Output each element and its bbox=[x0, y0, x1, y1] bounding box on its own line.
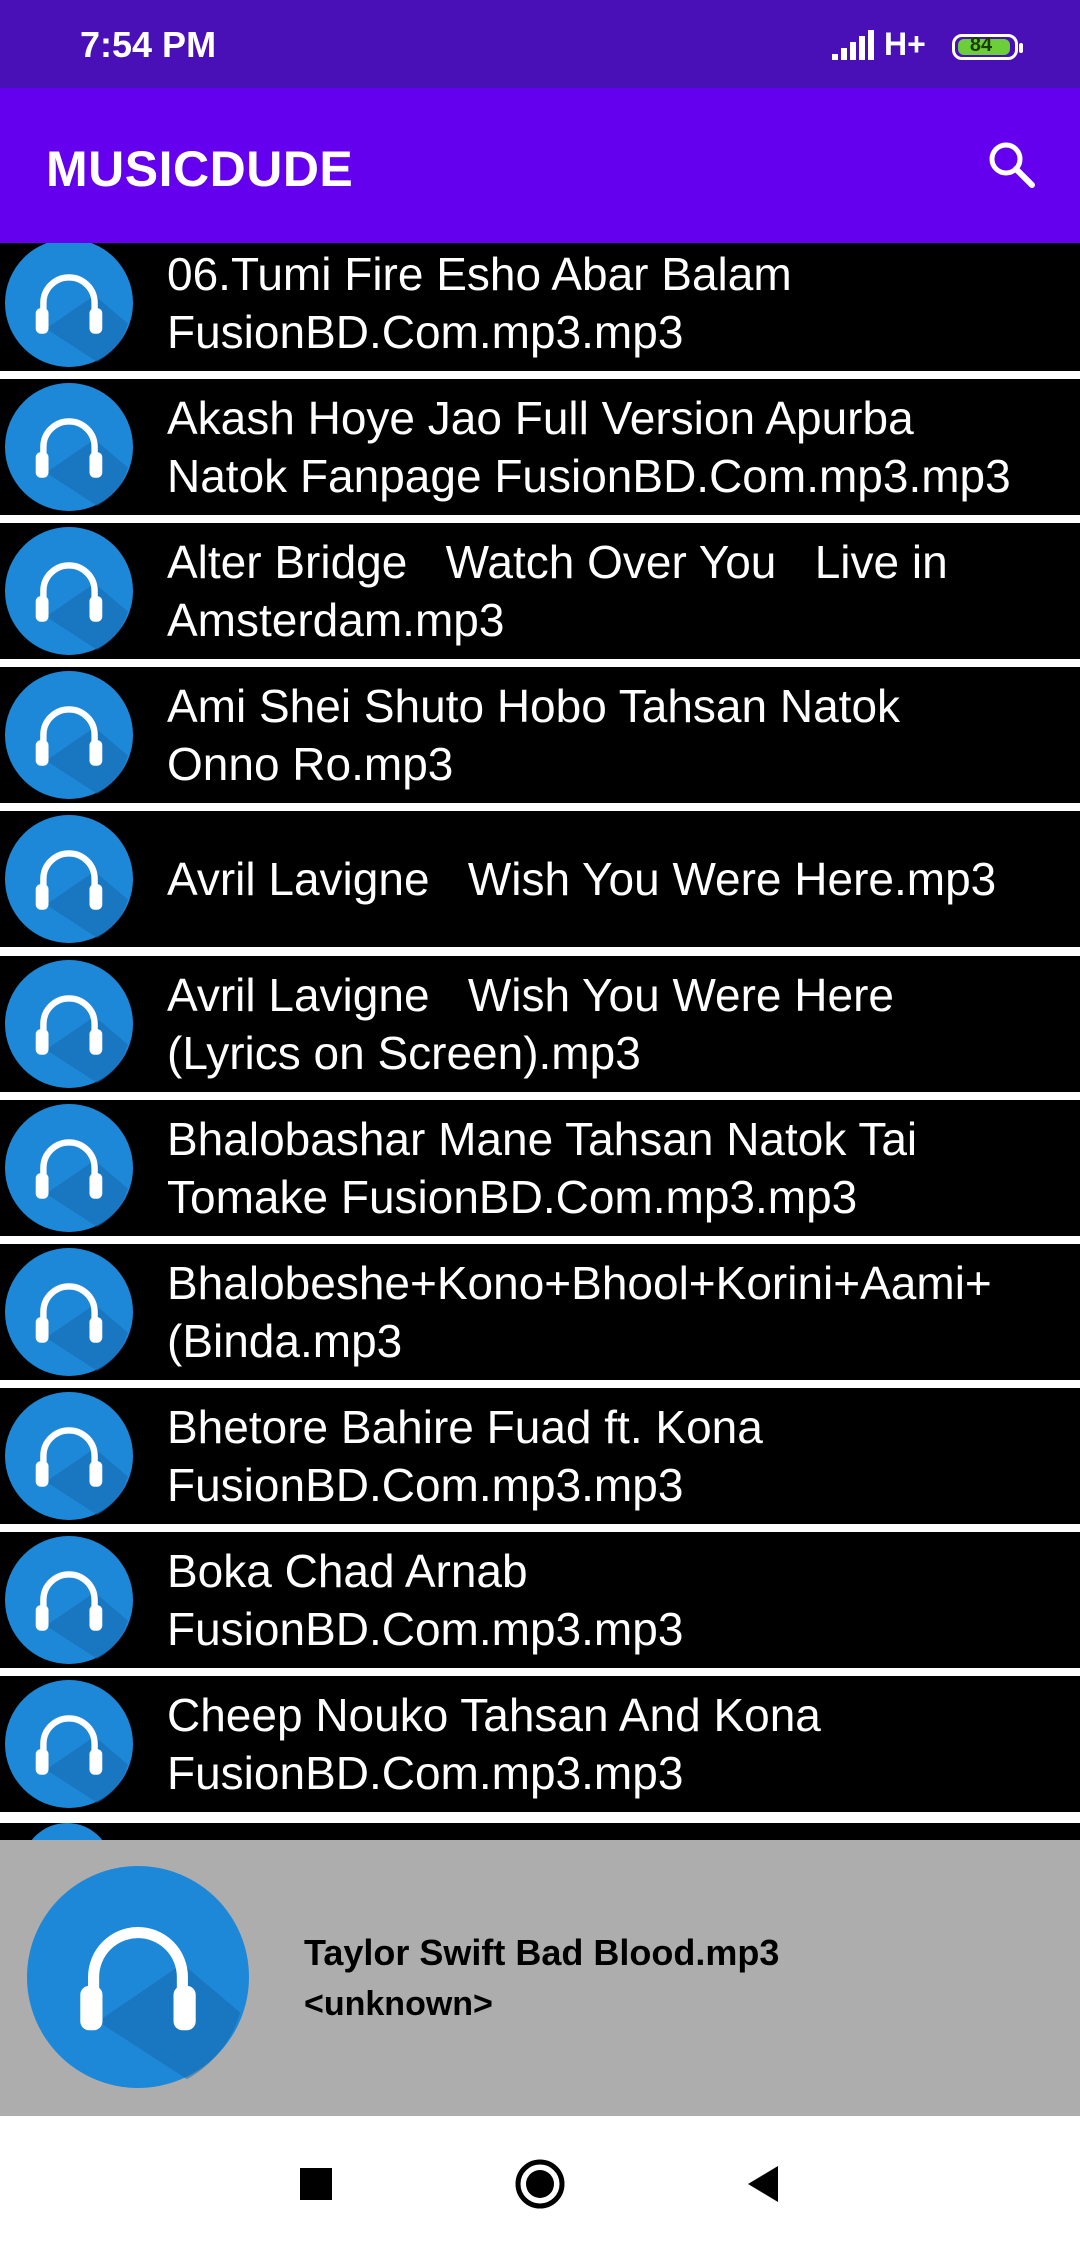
circle-home-icon[interactable] bbox=[512, 2156, 568, 2212]
square-recents-icon[interactable] bbox=[288, 2156, 344, 2212]
headphones-icon bbox=[5, 1680, 133, 1808]
battery-icon: 84 bbox=[952, 34, 1023, 60]
now-playing-title: Taylor Swift Bad Blood.mp3 bbox=[304, 1932, 780, 1973]
status-bar: 7:54 PM H+ 84 bbox=[0, 0, 1080, 88]
list-item[interactable]: Alter Bridge Watch Over You Live in Amst… bbox=[0, 523, 1080, 659]
partial-list-item bbox=[0, 1823, 1080, 1840]
network-type: H+ bbox=[884, 26, 926, 62]
triangle-back-icon[interactable] bbox=[736, 2156, 792, 2212]
headphones-icon bbox=[5, 1248, 133, 1376]
headphones-icon bbox=[5, 243, 133, 367]
headphones-icon bbox=[27, 1866, 249, 2088]
now-playing-artist: <unknown> bbox=[304, 1985, 493, 2023]
headphones-icon bbox=[5, 527, 133, 655]
app-bar: MUSICDUDE bbox=[0, 88, 1080, 243]
list-item[interactable]: Bhalobashar Mane Tahsan Natok Tai Tomake… bbox=[0, 1100, 1080, 1236]
now-playing-bar[interactable]: Taylor Swift Bad Blood.mp3 <unknown> bbox=[0, 1840, 1080, 2116]
list-item[interactable]: Ami Shei Shuto Hobo Tahsan Natok Onno Ro… bbox=[0, 667, 1080, 803]
song-title: Bhalobashar Mane Tahsan Natok Tai Tomake… bbox=[167, 1113, 918, 1223]
app-title: MUSICDUDE bbox=[46, 141, 354, 197]
cellular-signal-icon bbox=[832, 30, 874, 60]
song-title: Boka Chad Arnab FusionBD.Com.mp3.mp3 bbox=[167, 1545, 684, 1655]
song-title: Alter Bridge Watch Over You Live in Amst… bbox=[167, 536, 948, 646]
status-time: 7:54 PM bbox=[80, 24, 217, 65]
headphones-icon bbox=[5, 960, 133, 1088]
song-title: Cheep Nouko Tahsan And Kona FusionBD.Com… bbox=[167, 1689, 821, 1799]
list-item[interactable]: Cheep Nouko Tahsan And Kona FusionBD.Com… bbox=[0, 1676, 1080, 1812]
song-title: Bhetore Bahire Fuad ft. Kona FusionBD.Co… bbox=[167, 1401, 763, 1511]
list-item[interactable]: Akash Hoye Jao Full Version Apurba Natok… bbox=[0, 379, 1080, 515]
list-item[interactable]: Boka Chad Arnab FusionBD.Com.mp3.mp3 bbox=[0, 1532, 1080, 1668]
avatar bbox=[22, 1823, 112, 1840]
headphones-icon bbox=[5, 1104, 133, 1232]
headphones-icon bbox=[5, 671, 133, 799]
headphones-icon bbox=[5, 383, 133, 511]
list-item[interactable]: Bhetore Bahire Fuad ft. Kona FusionBD.Co… bbox=[0, 1388, 1080, 1524]
song-list[interactable]: 06.Tumi Fire Esho Abar Balam FusionBD.Co… bbox=[0, 243, 1080, 1840]
song-title: Bhalobeshe+Kono+Bhool+Korini+Aami+ (Bind… bbox=[167, 1257, 992, 1367]
list-item[interactable]: Avril Lavigne Wish You Were Here (Lyrics… bbox=[0, 956, 1080, 1092]
song-title: Avril Lavigne Wish You Were Here.mp3 bbox=[167, 853, 997, 905]
headphones-icon bbox=[5, 1536, 133, 1664]
headphones-icon bbox=[5, 1392, 133, 1520]
song-title: 06.Tumi Fire Esho Abar Balam FusionBD.Co… bbox=[167, 248, 792, 358]
headphones-icon bbox=[5, 815, 133, 943]
song-title: Ami Shei Shuto Hobo Tahsan Natok Onno Ro… bbox=[167, 680, 901, 790]
navigation-bar bbox=[0, 2116, 1080, 2246]
search-icon[interactable] bbox=[985, 138, 1037, 190]
song-title: Akash Hoye Jao Full Version Apurba Natok… bbox=[167, 392, 1011, 502]
list-item[interactable]: Bhalobeshe+Kono+Bhool+Korini+Aami+ (Bind… bbox=[0, 1244, 1080, 1380]
battery-level: 84 bbox=[969, 34, 993, 56]
list-item[interactable]: Avril Lavigne Wish You Were Here.mp3 bbox=[0, 811, 1080, 947]
list-item[interactable]: 06.Tumi Fire Esho Abar Balam FusionBD.Co… bbox=[0, 243, 1080, 371]
song-title: Avril Lavigne Wish You Were Here (Lyrics… bbox=[167, 969, 894, 1079]
